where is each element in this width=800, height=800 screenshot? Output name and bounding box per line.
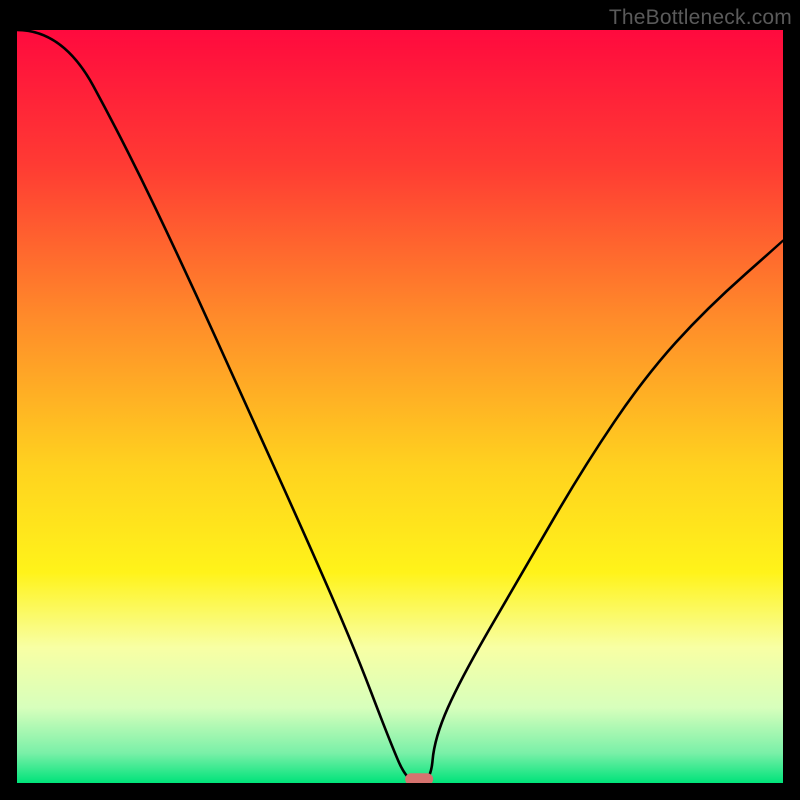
- chart-frame: TheBottleneck.com: [0, 0, 800, 800]
- watermark-text: TheBottleneck.com: [609, 6, 792, 30]
- chart-plot-area: [17, 30, 783, 783]
- sweet-spot-marker: [405, 773, 433, 783]
- gradient-background: [17, 30, 783, 783]
- chart-svg: [17, 30, 783, 783]
